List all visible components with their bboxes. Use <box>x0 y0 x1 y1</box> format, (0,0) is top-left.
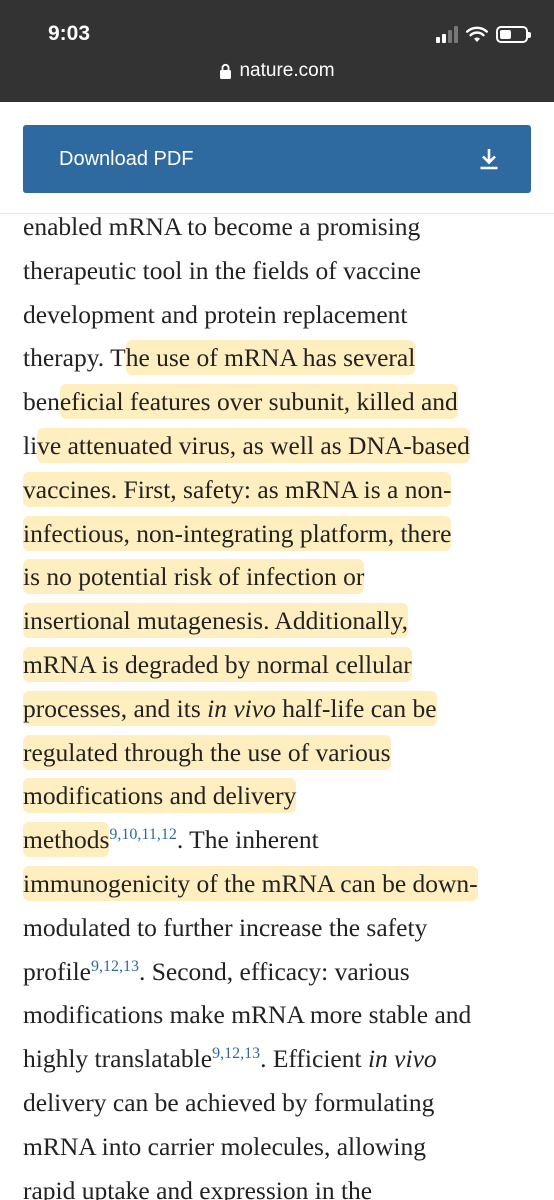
download-pdf-label: Download PDF <box>59 147 194 170</box>
text-line: delivery can be achieved by formulating <box>23 1087 435 1117</box>
text-line: insertional mutagenesis. Additionally, <box>23 599 543 643</box>
highlight: insertional mutagenesis. Additionally, <box>23 603 409 639</box>
text-line: is no potential risk of infection or <box>23 555 543 599</box>
article-body: enabled mRNA to become a promising thera… <box>23 205 543 1200</box>
highlight: mRNA is degraded by normal cellular <box>23 646 412 682</box>
highlight: ve attenuated virus, as well as DNA-base… <box>37 427 470 463</box>
lock-icon <box>220 63 232 79</box>
highlight: vaccines. First, safety: as mRNA is a no… <box>23 471 452 507</box>
text-line: mRNA into carrier molecules, allowing <box>23 1131 426 1161</box>
text-line: vaccines. First, safety: as mRNA is a no… <box>23 468 543 512</box>
italic-term: in vivo <box>207 693 276 723</box>
text-line: highly translatable9,12,13. Efficient in… <box>23 1044 437 1074</box>
text-line: regulated through the use of various <box>23 731 543 775</box>
highlight: processes, and its in vivo half-life can… <box>23 690 437 726</box>
highlight: regulated through the use of various <box>23 734 391 770</box>
text-line: methods9,10,11,12. The inherent <box>23 818 543 862</box>
address-bar[interactable]: nature.com <box>0 60 554 82</box>
reference-link[interactable]: 9,12,13 <box>212 1045 260 1062</box>
text-line: processes, and its in vivo half-life can… <box>23 687 543 731</box>
reference-link[interactable]: 9,12,13 <box>91 958 139 975</box>
download-icon <box>480 149 498 170</box>
text-line: therapeutic tool in the fields of vaccin… <box>23 255 421 285</box>
text-line: enabled mRNA to become a promising <box>23 212 421 241</box>
download-pdf-button[interactable]: Download PDF <box>23 125 531 193</box>
url-domain: nature.com <box>239 60 335 81</box>
battery-icon <box>496 25 531 43</box>
text-line: live attenuated virus, as well as DNA-ba… <box>23 424 543 468</box>
text-line: immunogenicity of the mRNA can be down- <box>23 862 543 906</box>
text-line: rapid uptake and expression in the <box>23 1175 373 1200</box>
text-line: beneficial features over subunit, killed… <box>23 380 543 424</box>
status-icons <box>436 22 531 46</box>
highlight: is no potential risk of infection or <box>23 559 365 595</box>
text-line: modifications and delivery <box>23 774 543 818</box>
highlight: eficial features over subunit, killed an… <box>59 384 458 420</box>
status-time: 9:03 <box>48 22 91 45</box>
text-line: infectious, non-integrating platform, th… <box>23 512 543 556</box>
highlight: he use of mRNA has several <box>125 340 416 376</box>
highlight: infectious, non-integrating platform, th… <box>23 515 452 551</box>
browser-top-bar: 9:03 nature.com <box>0 0 554 102</box>
text-line: development and protein replacement <box>23 299 408 329</box>
text-line: modulated to further increase the safety <box>23 912 428 942</box>
italic-term: in vivo <box>367 1044 437 1074</box>
download-bar: Download PDF <box>0 102 554 214</box>
text-line: therapy. The use of mRNA has several <box>23 336 543 380</box>
text-line: modifications make mRNA more stable and <box>23 1000 472 1030</box>
wifi-icon <box>466 26 488 42</box>
highlight: immunogenicity of the mRNA can be down- <box>23 865 478 901</box>
cellular-signal-icon <box>436 25 458 43</box>
highlight: modifications and delivery <box>23 778 297 814</box>
text-line: mRNA is degraded by normal cellular <box>23 643 543 687</box>
highlight: methods <box>23 822 110 858</box>
text-line: profile9,12,13. Second, efficacy: variou… <box>23 956 410 986</box>
reference-link[interactable]: 9,10,11,12 <box>109 826 176 843</box>
